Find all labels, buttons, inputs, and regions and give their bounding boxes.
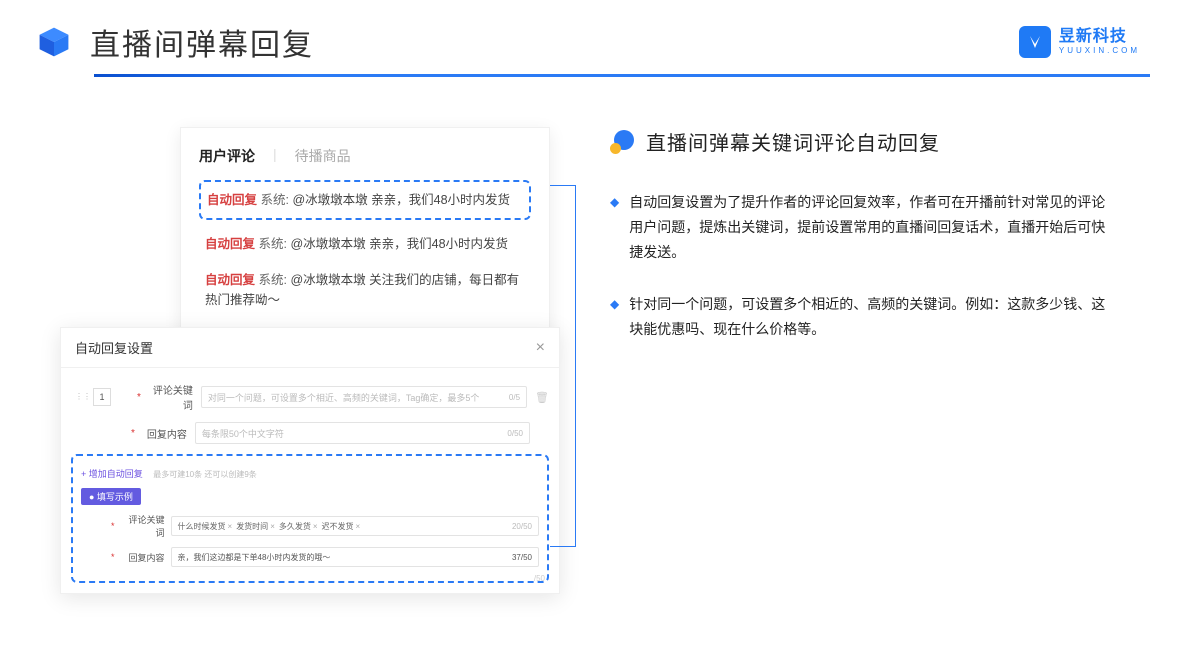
page-title: 直播间弹幕回复 bbox=[90, 20, 314, 64]
settings-body: ⋮⋮ 1 * 评论关键词 对同一个问题，可设置多个相近、高频的关键词，Tag确定… bbox=[61, 368, 559, 593]
required-icon: * bbox=[137, 392, 141, 403]
delete-icon[interactable]: 🗑 bbox=[535, 391, 549, 404]
comment-item: 自动回复 系统: @冰墩墩本墩 亲亲，我们48小时内发货 bbox=[201, 182, 529, 218]
screenshot-column: 用户评论 | 待播商品 自动回复 系统: @冰墩墩本墩 亲亲，我们48小时内发货… bbox=[60, 117, 560, 587]
keyword-label: 评论关键词 bbox=[121, 513, 165, 539]
placeholder: 对同一个问题，可设置多个相近、高频的关键词，Tag确定，最多5个 bbox=[208, 391, 480, 404]
cube-icon bbox=[36, 24, 72, 60]
char-count: 0/50 bbox=[507, 429, 523, 438]
section-heading: 直播间弹幕关键词评论自动回复 bbox=[610, 127, 1140, 156]
reply-label: 回复内容 bbox=[121, 551, 165, 564]
example-reply-input[interactable]: 亲，我们这边都是下单48小时内发货的哦～ 37/50 bbox=[171, 547, 539, 567]
header-left: 直播间弹幕回复 bbox=[36, 20, 314, 64]
example-keyword-input[interactable]: 什么时候发货 发货时间 多久发货 迟不发货 20/50 bbox=[171, 516, 539, 536]
highlighted-comment: 自动回复 系统: @冰墩墩本墩 亲亲，我们48小时内发货 bbox=[199, 180, 531, 220]
system-label: 系统: bbox=[259, 237, 287, 251]
tag: 迟不发货 bbox=[322, 521, 361, 532]
brand-icon bbox=[1019, 26, 1051, 58]
bullet-item: 自动回复设置为了提升作者的评论回复效率，作者可在开播前针对常见的评论用户问题，提… bbox=[610, 190, 1110, 266]
settings-title: 自动回复设置 bbox=[75, 338, 153, 357]
description-column: 直播间弹幕关键词评论自动回复 自动回复设置为了提升作者的评论回复效率，作者可在开… bbox=[610, 117, 1140, 587]
brand-logo: 昱新科技 YUUXIN.COM bbox=[1019, 26, 1140, 58]
keyword-row: ⋮⋮ 1 * 评论关键词 对同一个问题，可设置多个相近、高频的关键词，Tag确定… bbox=[71, 382, 549, 412]
page-content: 用户评论 | 待播商品 自动回复 系统: @冰墩墩本墩 亲亲，我们48小时内发货… bbox=[0, 77, 1180, 587]
section-title: 直播间弹幕关键词评论自动回复 bbox=[646, 127, 940, 156]
tag: 什么时候发货 bbox=[178, 521, 233, 532]
tag: 多久发货 bbox=[279, 521, 318, 532]
keyword-input[interactable]: 对同一个问题，可设置多个相近、高频的关键词，Tag确定，最多5个 0/5 bbox=[201, 386, 527, 408]
tag: 发货时间 bbox=[236, 521, 275, 532]
required-icon: * bbox=[111, 521, 115, 531]
char-count: 0/5 bbox=[509, 393, 520, 402]
required-icon: * bbox=[131, 428, 135, 439]
brand-name: 昱新科技 bbox=[1059, 29, 1140, 45]
example-keyword-row: * 评论关键词 什么时候发货 发货时间 多久发货 迟不发货 20/50 bbox=[81, 513, 539, 539]
comment-text: @冰墩墩本墩 亲亲，我们48小时内发货 bbox=[290, 237, 508, 251]
settings-panel: 自动回复设置 × ⋮⋮ 1 * 评论关键词 对同一个问题，可设置多个相近、高频的… bbox=[60, 327, 560, 594]
char-count: 20/50 bbox=[512, 522, 532, 531]
reply-input[interactable]: 每条限50个中文字符 0/50 bbox=[195, 422, 530, 444]
close-icon[interactable]: × bbox=[536, 339, 545, 357]
stray-count: /50 bbox=[534, 574, 545, 583]
auto-reply-label: 自动回复 bbox=[207, 193, 257, 207]
char-count: 37/50 bbox=[512, 553, 532, 562]
panel-stack: 用户评论 | 待播商品 自动回复 系统: @冰墩墩本墩 亲亲，我们48小时内发货… bbox=[60, 117, 560, 587]
comments-panel: 用户评论 | 待播商品 自动回复 系统: @冰墩墩本墩 亲亲，我们48小时内发货… bbox=[180, 127, 550, 359]
tab-divider: | bbox=[273, 146, 277, 166]
comment-item: 自动回复 系统: @冰墩墩本墩 亲亲，我们48小时内发货 bbox=[199, 226, 531, 262]
required-icon: * bbox=[111, 552, 115, 562]
comment-tabs: 用户评论 | 待播商品 bbox=[199, 146, 531, 166]
tab-user-comments[interactable]: 用户评论 bbox=[199, 146, 255, 166]
page-header: 直播间弹幕回复 昱新科技 YUUXIN.COM bbox=[0, 0, 1180, 74]
comment-item: 自动回复 系统: @冰墩墩本墩 关注我们的店铺，每日都有热门推荐呦～ bbox=[199, 262, 531, 318]
bullet-item: 针对同一个问题，可设置多个相近的、高频的关键词。例如：这款多少钱、这块能优惠吗、… bbox=[610, 292, 1110, 342]
add-auto-reply-row: + 增加自动回复 最多可建10条 还可以创建9条 bbox=[81, 464, 539, 482]
auto-reply-label: 自动回复 bbox=[205, 273, 255, 287]
brand-text: 昱新科技 YUUXIN.COM bbox=[1059, 29, 1140, 55]
keyword-label: 评论关键词 bbox=[149, 382, 193, 412]
example-badge: ● 填写示例 bbox=[81, 488, 141, 505]
example-reply-row: * 回复内容 亲，我们这边都是下单48小时内发货的哦～ 37/50 bbox=[81, 547, 539, 567]
reply-label: 回复内容 bbox=[143, 426, 187, 441]
comment-text: @冰墩墩本墩 亲亲，我们48小时内发货 bbox=[292, 193, 510, 207]
auto-reply-label: 自动回复 bbox=[205, 237, 255, 251]
system-label: 系统: bbox=[259, 273, 287, 287]
system-label: 系统: bbox=[261, 193, 289, 207]
bubble-icon bbox=[610, 130, 634, 154]
placeholder: 每条限50个中文字符 bbox=[202, 427, 284, 440]
bullet-text: 针对同一个问题，可设置多个相近的、高频的关键词。例如：这款多少钱、这块能优惠吗、… bbox=[629, 292, 1110, 342]
add-note: 最多可建10条 还可以创建9条 bbox=[153, 470, 257, 479]
add-auto-reply-link[interactable]: + 增加自动回复 bbox=[81, 469, 143, 479]
reply-row: * 回复内容 每条限50个中文字符 0/50 bbox=[71, 422, 549, 444]
example-highlight: + 增加自动回复 最多可建10条 还可以创建9条 ● 填写示例 * 评论关键词 … bbox=[71, 454, 549, 583]
tab-pending-products[interactable]: 待播商品 bbox=[295, 146, 351, 166]
drag-handle-icon[interactable]: ⋮⋮ bbox=[75, 394, 85, 400]
row-number: 1 bbox=[93, 388, 111, 406]
settings-header: 自动回复设置 × bbox=[61, 328, 559, 368]
reply-value: 亲，我们这边都是下单48小时内发货的哦～ bbox=[178, 552, 331, 563]
brand-sub: YUUXIN.COM bbox=[1059, 47, 1140, 55]
bullet-text: 自动回复设置为了提升作者的评论回复效率，作者可在开播前针对常见的评论用户问题，提… bbox=[629, 190, 1110, 266]
